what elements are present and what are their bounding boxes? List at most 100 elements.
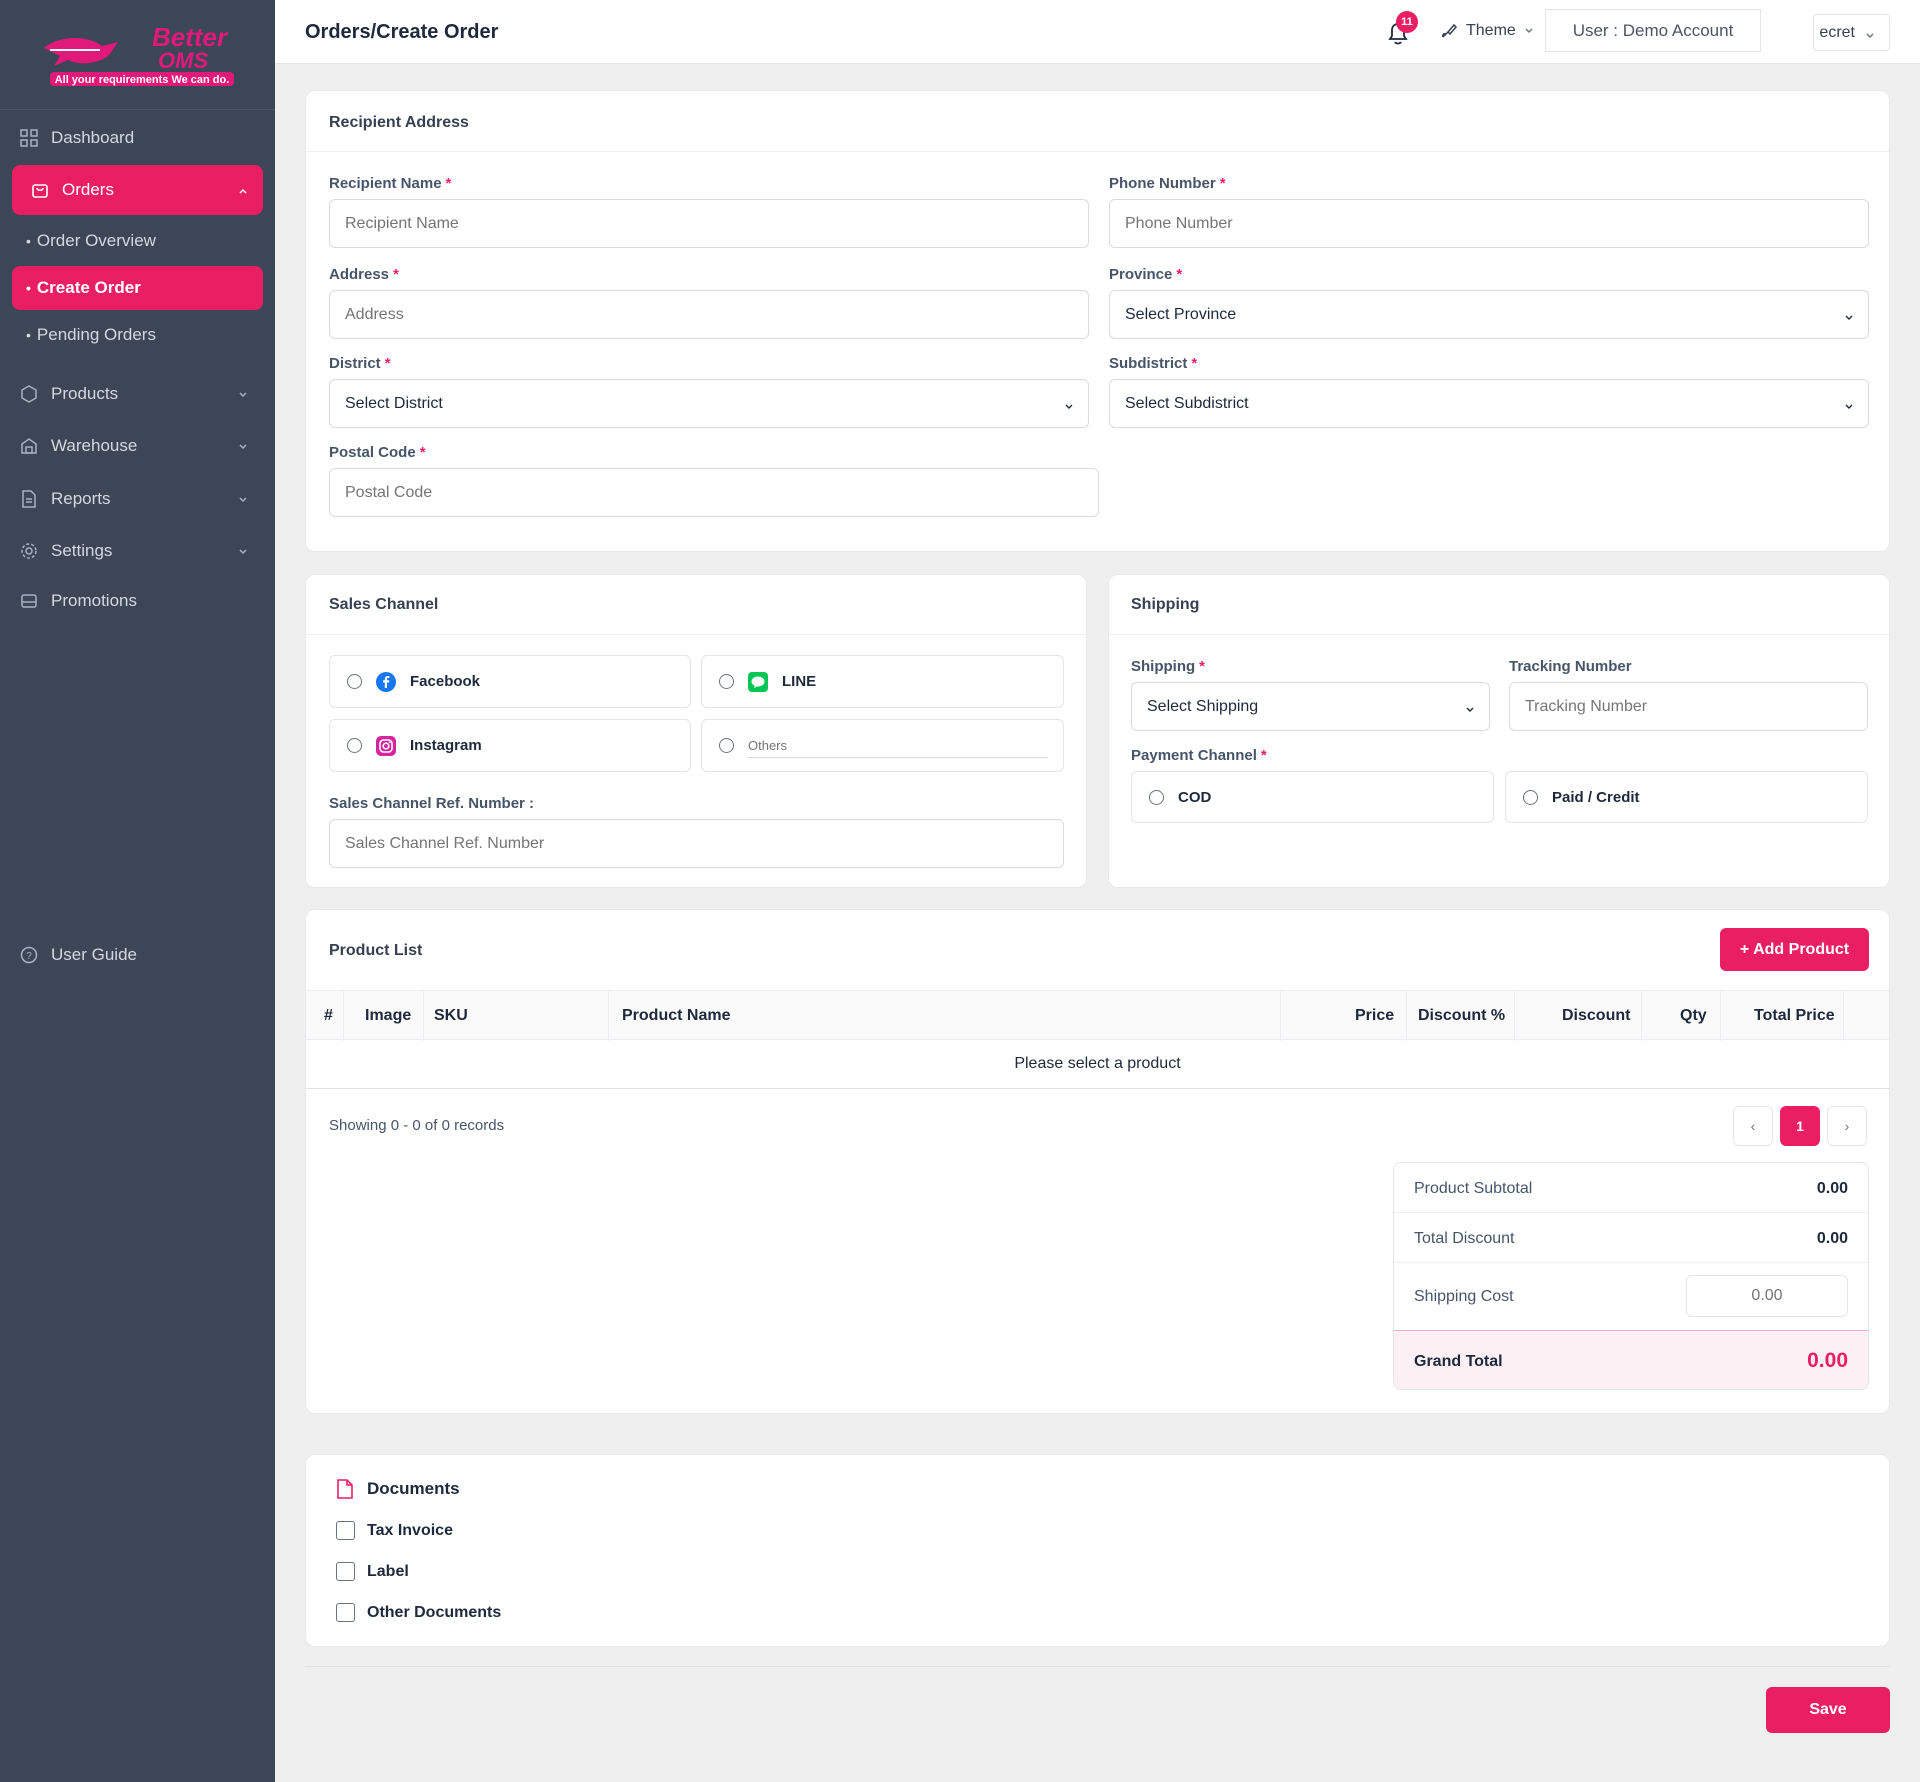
sales-channel-ref-input[interactable] — [329, 819, 1064, 868]
recipient-name-input[interactable] — [329, 199, 1089, 248]
pagination-prev[interactable]: ‹ — [1733, 1106, 1773, 1146]
subdistrict-label: Subdistrict * — [1109, 355, 1198, 372]
checkbox-label: Tax Invoice — [367, 1521, 453, 1539]
svg-text:?: ? — [26, 951, 32, 962]
others-channel-input[interactable] — [748, 733, 1048, 758]
chevron-down-icon — [237, 438, 249, 458]
payment-option-cod[interactable]: COD — [1131, 771, 1494, 823]
column-header: SKU — [434, 1007, 468, 1024]
radio-button[interactable] — [1523, 789, 1538, 805]
sidebar-item-label: Promotions — [51, 591, 137, 610]
checkbox[interactable] — [336, 1521, 355, 1540]
secret-label: ecret — [1819, 23, 1855, 41]
payment-channel-label: Payment Channel * — [1131, 747, 1267, 764]
column-header: Image — [365, 1007, 412, 1024]
documents-title: Documents — [336, 1479, 460, 1499]
sidebar-item-label: Order Overview — [36, 231, 156, 250]
select-value: Select Shipping — [1147, 697, 1259, 715]
user-account[interactable]: User : Demo Account — [1545, 9, 1761, 52]
sidebar-item-pending-orders[interactable]: • Pending Orders — [12, 313, 263, 357]
subdistrict-select[interactable]: Select Subdistrict — [1109, 379, 1869, 428]
shipping-select[interactable]: Select Shipping — [1131, 682, 1490, 731]
select-value: Select Province — [1125, 305, 1237, 323]
sidebar-item-order-overview[interactable]: • Order Overview — [12, 219, 263, 263]
grid-icon — [19, 128, 39, 148]
secret-dropdown[interactable]: ecret — [1813, 14, 1890, 51]
radio-button[interactable] — [347, 738, 362, 753]
svg-text:All your requirements We can d: All your requirements We can do. — [55, 74, 230, 86]
channel-option-others[interactable] — [701, 719, 1064, 772]
column-header: Discount % — [1418, 1007, 1506, 1024]
sidebar-item-label: Products — [51, 384, 119, 403]
product-table-header: # Image SKU Product Name Price Discount … — [306, 990, 1889, 1041]
shipping-label: Shipping * — [1131, 658, 1205, 675]
province-select[interactable]: Select Province — [1109, 290, 1869, 339]
column-header: Price — [1355, 1007, 1395, 1024]
add-product-button[interactable]: + Add Product — [1720, 928, 1869, 971]
sidebar-item-promotions[interactable]: Promotions — [12, 576, 263, 626]
radio-button[interactable] — [347, 674, 362, 689]
card-title: Sales Channel — [329, 596, 439, 613]
payment-label: COD — [1178, 788, 1212, 806]
tracking-number-input[interactable] — [1509, 682, 1868, 731]
sidebar-item-products[interactable]: Products — [12, 369, 263, 419]
sidebar-item-settings[interactable]: Settings — [12, 526, 263, 576]
other-documents-checkbox[interactable]: Other Documents — [336, 1603, 501, 1622]
select-value: Select District — [345, 394, 443, 412]
shipping-cost-input[interactable] — [1686, 1275, 1848, 1317]
sales-channel-ref-label: Sales Channel Ref. Number : — [329, 795, 535, 812]
phone-number-label: Phone Number * — [1109, 175, 1226, 192]
phone-number-input[interactable] — [1109, 199, 1869, 248]
order-summary: Product Subtotal 0.00 Total Discount 0.0… — [1393, 1162, 1869, 1390]
address-input[interactable] — [329, 290, 1089, 339]
radio-button[interactable] — [719, 674, 734, 689]
sidebar-item-orders[interactable]: Orders — [12, 165, 263, 215]
summary-value: 0.00 — [1816, 1180, 1848, 1197]
sidebar-item-warehouse[interactable]: Warehouse — [12, 421, 263, 471]
gear-icon — [19, 541, 39, 561]
pagination-next[interactable]: › — [1827, 1106, 1867, 1146]
checkbox[interactable] — [336, 1562, 355, 1581]
sidebar-item-label: Orders — [62, 180, 114, 199]
column-header: Qty — [1680, 1007, 1707, 1024]
brand-logo-icon: Better OMS All your requirements We can … — [44, 22, 234, 86]
card-title: Recipient Address — [329, 114, 469, 131]
sidebar-item-user-guide[interactable]: ? User Guide — [12, 930, 263, 980]
save-button[interactable]: Save — [1766, 1687, 1890, 1733]
empty-table-message: Please select a product — [306, 1040, 1889, 1089]
sidebar-item-reports[interactable]: Reports — [12, 474, 263, 524]
radio-button[interactable] — [719, 738, 734, 753]
line-icon — [748, 671, 768, 692]
checkbox[interactable] — [336, 1603, 355, 1622]
channel-option-line[interactable]: LINE — [701, 655, 1064, 708]
recipient-name-label: Recipient Name * — [329, 175, 452, 192]
summary-label: Product Subtotal — [1414, 1180, 1533, 1197]
channel-option-facebook[interactable]: Facebook — [329, 655, 691, 708]
sidebar-item-create-order[interactable]: • Create Order — [12, 266, 263, 310]
sidebar-item-label: Warehouse — [51, 436, 138, 455]
payment-option-paid-credit[interactable]: Paid / Credit — [1505, 771, 1868, 823]
channel-option-instagram[interactable]: Instagram — [329, 719, 691, 772]
summary-label: Total Discount — [1414, 1230, 1515, 1247]
postal-code-input[interactable] — [329, 468, 1099, 517]
column-header: Discount — [1562, 1007, 1631, 1024]
pagination-page[interactable]: 1 — [1780, 1106, 1820, 1146]
logo[interactable]: Better OMS All your requirements We can … — [0, 0, 275, 110]
district-select[interactable]: Select District — [329, 379, 1089, 428]
radio-button[interactable] — [1149, 789, 1164, 805]
channel-label: LINE — [782, 673, 817, 690]
sidebar-item-dashboard[interactable]: Dashboard — [12, 113, 263, 163]
page-title: Orders/Create Order — [305, 21, 499, 43]
theme-dropdown[interactable]: Theme — [1440, 22, 1534, 40]
tax-invoice-checkbox[interactable]: Tax Invoice — [336, 1521, 453, 1540]
box-icon — [19, 384, 39, 404]
label-checkbox[interactable]: Label — [336, 1562, 409, 1581]
address-label: Address * — [329, 266, 399, 283]
svg-text:OMS: OMS — [158, 48, 208, 73]
tracking-number-label: Tracking Number — [1509, 658, 1632, 675]
chevron-down-icon — [237, 386, 249, 406]
sidebar-item-label: Settings — [51, 541, 113, 560]
column-header: Product Name — [622, 1007, 731, 1024]
channel-label: Instagram — [410, 737, 482, 754]
card-title: Shipping — [1131, 596, 1200, 613]
